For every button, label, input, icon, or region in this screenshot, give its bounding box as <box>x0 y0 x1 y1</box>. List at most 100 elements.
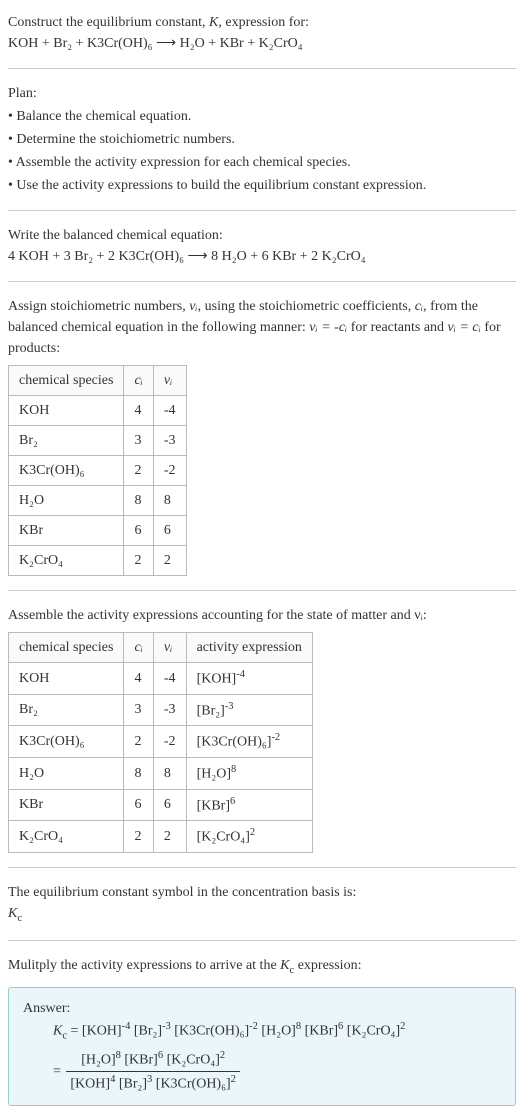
cell-nu: 6 <box>153 789 186 821</box>
cell-c: 2 <box>124 726 153 758</box>
term-sup: -3 <box>162 1021 171 1032</box>
plan-item: • Balance the chemical equation. <box>8 106 516 127</box>
stoich-intro-text: Assign stoichiometric numbers, <box>8 299 189 314</box>
fraction-denominator: [KOH]4 [Br₂]3 [K3Cr(OH)₆]2 <box>66 1072 240 1095</box>
cell-c: 8 <box>124 486 153 516</box>
fraction-numerator: [H₂O]8 [KBr]6 [K₂CrO₄]2 <box>66 1048 240 1072</box>
stoich-rel: νᵢ = cᵢ <box>448 320 481 335</box>
multiply-text-prefix: Mulitply the activity expressions to arr… <box>8 958 280 973</box>
answer-box: Answer: Kc = [KOH]-4 [Br₂]-3 [K3Cr(OH)₆]… <box>8 987 516 1106</box>
cell-expr: [H₂O]8 <box>186 757 312 789</box>
term: [KBr] <box>305 1024 338 1039</box>
cell-species: K₂CrO₄ <box>9 821 124 853</box>
term-sup: 2 <box>231 1074 236 1085</box>
cell-c: 2 <box>124 821 153 853</box>
cell-species: H₂O <box>9 486 124 516</box>
cell-c: 6 <box>124 789 153 821</box>
term: [KOH] <box>82 1024 122 1039</box>
cell-expr: [KBr]6 <box>186 789 312 821</box>
multiply-block: Mulitply the activity expressions to arr… <box>8 955 516 979</box>
col-nu: νᵢ <box>153 633 186 663</box>
term: [Br₂] <box>119 1077 147 1092</box>
cell-c: 6 <box>124 516 153 546</box>
col-activity: activity expression <box>186 633 312 663</box>
stoich-intro-text: , using the stoichiometric coefficients, <box>198 299 415 314</box>
term: [Br₂] <box>134 1024 162 1039</box>
expr-sup: -3 <box>225 701 234 712</box>
answer-content: Kc = [KOH]-4 [Br₂]-3 [K3Cr(OH)₆]-2 [H₂O]… <box>23 1019 501 1095</box>
term: [K₂CrO₄] <box>167 1053 220 1068</box>
expr-base: [K3Cr(OH)₆] <box>197 735 272 750</box>
term-sup: 8 <box>116 1050 121 1061</box>
cell-species: K3Cr(OH)₆ <box>9 456 124 486</box>
cell-c: 3 <box>124 694 153 726</box>
cell-c: 4 <box>124 396 153 426</box>
cell-species: K₂CrO₄ <box>9 546 124 576</box>
balanced-equation: 4 KOH + 3 Br₂ + 2 K3Cr(OH)₆ ⟶ 8 H₂O + 6 … <box>8 246 516 267</box>
kc-var: K <box>53 1024 62 1039</box>
header-text-2: , expression for: <box>218 15 309 30</box>
header-block: Construct the equilibrium constant, K, e… <box>8 12 516 54</box>
divider <box>8 210 516 211</box>
table-row: KBr66[KBr]6 <box>9 789 313 821</box>
col-species: chemical species <box>9 633 124 663</box>
expr-sup: 2 <box>250 827 255 838</box>
cell-nu: 8 <box>153 757 186 789</box>
term: [K₂CrO₄] <box>347 1024 400 1039</box>
stoich-table: chemical species cᵢ νᵢ KOH4-4 Br₂3-3 K3C… <box>8 365 187 576</box>
stoich-intro: Assign stoichiometric numbers, νᵢ, using… <box>8 296 516 359</box>
term-sup: 2 <box>220 1050 225 1061</box>
cell-nu: -3 <box>153 694 186 726</box>
cell-c: 4 <box>124 663 153 695</box>
term-sup: 3 <box>147 1074 152 1085</box>
cell-nu: -2 <box>153 456 186 486</box>
col-nu: νᵢ <box>153 366 186 396</box>
header-text-1: Construct the equilibrium constant, <box>8 15 209 30</box>
cell-expr: [K3Cr(OH)₆]-2 <box>186 726 312 758</box>
divider <box>8 940 516 941</box>
cell-species: Br₂ <box>9 694 124 726</box>
header-k: K <box>209 15 218 30</box>
expr-base: [Br₂] <box>197 703 225 718</box>
multiply-kc: K <box>280 958 289 973</box>
col-nu-label: νᵢ <box>164 373 172 388</box>
term: [K3Cr(OH)₆] <box>156 1077 231 1092</box>
table-row: KOH4-4 <box>9 396 187 426</box>
expr-base: [K₂CrO₄] <box>197 830 250 845</box>
expr-sup: -4 <box>236 669 245 680</box>
divider <box>8 281 516 282</box>
col-c: cᵢ <box>124 633 153 663</box>
divider <box>8 68 516 69</box>
stoich-intro-text: for reactants and <box>347 320 447 335</box>
balanced-block: Write the balanced chemical equation: 4 … <box>8 225 516 267</box>
kc-symbol-block: The equilibrium constant symbol in the c… <box>8 882 516 927</box>
kc-symbol-label: The equilibrium constant symbol in the c… <box>8 882 516 903</box>
col-c-label: cᵢ <box>134 373 142 388</box>
balanced-label: Write the balanced chemical equation: <box>8 225 516 246</box>
col-c: cᵢ <box>124 366 153 396</box>
cell-c: 2 <box>124 546 153 576</box>
term-sup: 8 <box>296 1021 301 1032</box>
cell-species: KBr <box>9 789 124 821</box>
cell-species: KOH <box>9 663 124 695</box>
cell-nu: -2 <box>153 726 186 758</box>
table-row: K₂CrO₄22 <box>9 546 187 576</box>
divider <box>8 590 516 591</box>
divider <box>8 867 516 868</box>
kc-sub: c <box>62 1030 67 1041</box>
table-header-row: chemical species cᵢ νᵢ activity expressi… <box>9 633 313 663</box>
expr-base: [KOH] <box>197 672 237 687</box>
cell-expr: [K₂CrO₄]2 <box>186 821 312 853</box>
cell-species: KBr <box>9 516 124 546</box>
table-row: H₂O88[H₂O]8 <box>9 757 313 789</box>
expr-base: [KBr] <box>197 798 230 813</box>
col-c-label: cᵢ <box>134 640 142 655</box>
term-sup: 4 <box>110 1074 115 1085</box>
equals-sign: = <box>53 1061 61 1082</box>
cell-nu: -3 <box>153 426 186 456</box>
cell-nu: 2 <box>153 546 186 576</box>
cell-c: 2 <box>124 456 153 486</box>
term: [H₂O] <box>81 1053 115 1068</box>
table-row: K₂CrO₄22[K₂CrO₄]2 <box>9 821 313 853</box>
cell-c: 8 <box>124 757 153 789</box>
